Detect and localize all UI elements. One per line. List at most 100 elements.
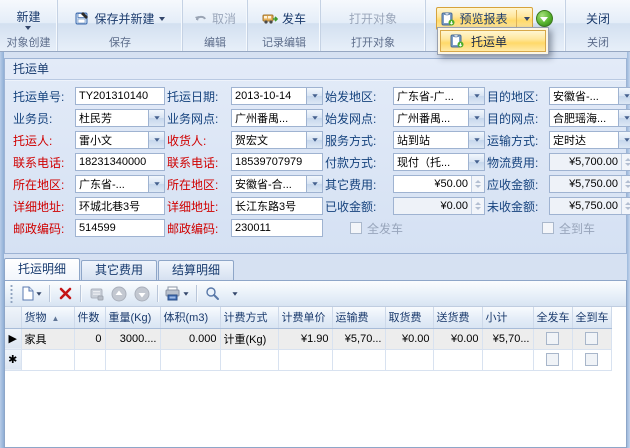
row-selector[interactable]: ▶	[5, 328, 21, 349]
col-delivery-fee[interactable]: 送货费	[433, 307, 482, 328]
transport-mode-field[interactable]: 定时达	[549, 131, 630, 149]
origin-branch-field[interactable]: 广州番禺...	[393, 109, 485, 127]
dest-region-field[interactable]: 安徽省-...	[549, 87, 630, 105]
cell-goods[interactable]: 家具	[21, 328, 74, 349]
salesman-field[interactable]: 杜民芳	[75, 109, 165, 127]
chevron-down-icon[interactable]	[524, 17, 530, 21]
checkbox[interactable]	[585, 332, 598, 345]
cell-unit-price[interactable]	[278, 349, 332, 370]
checkbox[interactable]	[546, 353, 559, 366]
dropdown-button[interactable]	[306, 88, 322, 104]
col-weight[interactable]: 重量(Kg)	[105, 307, 160, 328]
dropdown-button[interactable]	[306, 110, 322, 126]
consignee-field[interactable]: 贺宏文	[231, 131, 323, 149]
dropdown-button[interactable]	[618, 88, 630, 104]
cell-weight[interactable]: 3000....	[105, 328, 160, 349]
shipper-address-field[interactable]: 环城北巷3号	[75, 197, 165, 215]
cell-subtotal[interactable]	[482, 349, 533, 370]
chevron-down-icon[interactable]	[36, 292, 41, 295]
print-export-button[interactable]	[163, 284, 191, 304]
chevron-down-icon[interactable]	[183, 292, 188, 295]
dropdown-button[interactable]	[468, 88, 484, 104]
close-button[interactable]: 关闭	[581, 7, 615, 30]
other-fee-field[interactable]: ¥50.00	[393, 175, 485, 193]
dispatch-button[interactable]: 发车	[257, 7, 311, 30]
cell-transport-fee[interactable]: ¥5,70...	[332, 328, 385, 349]
shipper-field[interactable]: 雷小文	[75, 131, 165, 149]
cell-unit-price[interactable]: ¥1.90	[278, 328, 332, 349]
cell-all-arrive[interactable]	[572, 349, 611, 370]
cell-qty[interactable]: 0	[74, 328, 105, 349]
dropdown-button[interactable]	[468, 132, 484, 148]
col-subtotal[interactable]: 小计	[482, 307, 533, 328]
cell-goods[interactable]	[21, 349, 74, 370]
preview-button[interactable]	[202, 284, 222, 304]
table-row[interactable]: ▶ 家具 0 3000.... 0.000 计重(Kg) ¥1.90 ¥5,70…	[5, 328, 611, 349]
toolbar-overflow-button[interactable]	[225, 284, 245, 304]
cell-volume[interactable]	[160, 349, 220, 370]
col-all-arrive[interactable]: 全到车	[572, 307, 611, 328]
dropdown-button[interactable]	[618, 132, 630, 148]
tab-settlement-detail[interactable]: 结算明细	[158, 260, 234, 280]
dropdown-button[interactable]	[618, 110, 630, 126]
cell-volume[interactable]: 0.000	[160, 328, 220, 349]
tab-shipping-detail[interactable]: 托运明细	[4, 258, 80, 280]
cell-billing-mode[interactable]	[220, 349, 278, 370]
cell-weight[interactable]	[105, 349, 160, 370]
col-all-dispatch[interactable]: 全发车	[533, 307, 572, 328]
checkbox[interactable]	[585, 353, 598, 366]
service-mode-field[interactable]: 站到站	[393, 131, 485, 149]
cell-pickup-fee[interactable]	[385, 349, 433, 370]
origin-region-field[interactable]: 广东省-广...	[393, 87, 485, 105]
shipper-phone-field[interactable]: 18231340000	[75, 153, 165, 171]
dropdown-button[interactable]	[148, 110, 164, 126]
dropdown-button[interactable]	[306, 132, 322, 148]
record-nav-button[interactable]	[534, 8, 555, 29]
shipper-zip-field[interactable]: 514599	[75, 219, 165, 237]
new-button[interactable]: 新建	[8, 7, 48, 31]
spinner[interactable]	[471, 176, 484, 192]
consignee-phone-field[interactable]: 18539707979	[231, 153, 323, 171]
delete-row-button[interactable]	[55, 284, 75, 304]
col-volume[interactable]: 体积(m3)	[160, 307, 220, 328]
ribbon-group-record-edit: 发车 记录编辑	[247, 0, 320, 51]
col-transport-fee[interactable]: 运输费	[332, 307, 385, 328]
report-icon	[450, 34, 464, 48]
cell-subtotal[interactable]: ¥5,70...	[482, 328, 533, 349]
cell-transport-fee[interactable]	[332, 349, 385, 370]
dropdown-button[interactable]	[148, 176, 164, 192]
dropdown-button[interactable]	[468, 154, 484, 170]
dropdown-button[interactable]	[148, 132, 164, 148]
cell-pickup-fee[interactable]: ¥0.00	[385, 328, 433, 349]
shipper-region-field[interactable]: 广东省-...	[75, 175, 165, 193]
cell-delivery-fee[interactable]	[433, 349, 482, 370]
tab-other-fees[interactable]: 其它费用	[81, 260, 157, 280]
order-date-field[interactable]: 2013-10-14	[231, 87, 323, 105]
consignee-address-field[interactable]: 长江东路3号	[231, 197, 323, 215]
col-billing-mode[interactable]: 计费方式	[220, 307, 278, 328]
payment-mode-field[interactable]: 现付（托...	[393, 153, 485, 171]
consignee-zip-field[interactable]: 230011	[231, 219, 323, 237]
cell-billing-mode[interactable]: 计重(Kg)	[220, 328, 278, 349]
cell-all-dispatch[interactable]	[533, 349, 572, 370]
dest-branch-field[interactable]: 合肥瑶海...	[549, 109, 630, 127]
save-and-new-button[interactable]: 保存并新建	[70, 7, 169, 30]
col-pickup-fee[interactable]: 取货费	[385, 307, 433, 328]
cell-qty[interactable]	[74, 349, 105, 370]
unreceived-amount-label: 未收金额:	[487, 198, 547, 215]
dropdown-button[interactable]	[468, 110, 484, 126]
checkbox[interactable]	[546, 332, 559, 345]
consignee-region-field[interactable]: 安徽省-合...	[231, 175, 323, 193]
col-goods[interactable]: 货物▲	[21, 307, 74, 328]
business-branch-field[interactable]: 广州番禺...	[231, 109, 323, 127]
menu-item-waybill[interactable]: 托运单	[440, 30, 546, 52]
cell-all-arrive[interactable]	[572, 328, 611, 349]
col-qty[interactable]: 件数	[74, 307, 105, 328]
cell-all-dispatch[interactable]	[533, 328, 572, 349]
dropdown-button[interactable]	[306, 176, 322, 192]
order-no-field[interactable]: TY201310140	[75, 87, 165, 105]
col-unit-price[interactable]: 计费单价	[278, 307, 332, 328]
cell-delivery-fee[interactable]: ¥0.00	[433, 328, 482, 349]
add-row-button[interactable]	[19, 284, 44, 304]
table-new-row[interactable]: ✱	[5, 349, 611, 370]
